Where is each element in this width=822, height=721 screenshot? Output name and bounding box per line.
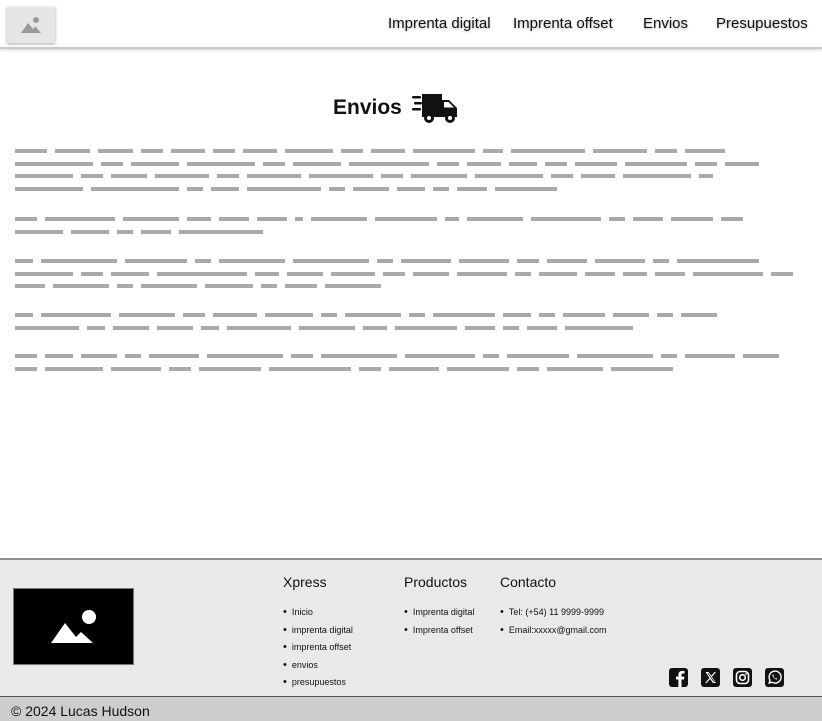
site-header: Imprenta digital Imprenta offset Envios … xyxy=(0,0,822,49)
site-footer: Xpress Inicio imprenta digital imprenta … xyxy=(0,558,822,696)
placeholder-paragraph xyxy=(15,309,820,334)
logo[interactable] xyxy=(7,7,55,43)
footer-column-title: Productos xyxy=(404,574,468,590)
instagram-icon[interactable] xyxy=(733,668,752,687)
placeholder-paragraph xyxy=(15,255,820,293)
placeholder-paragraph xyxy=(15,213,820,238)
footer-column-title: Xpress xyxy=(283,574,327,590)
page-title: Envios xyxy=(333,96,402,119)
facebook-icon[interactable] xyxy=(669,668,688,687)
nav-link-presupuestos[interactable]: Presupuestos xyxy=(716,15,808,32)
x-twitter-icon[interactable] xyxy=(701,668,720,687)
footer-link-list: Imprenta digital Imprenta offset xyxy=(404,604,475,640)
footer-link-inicio[interactable]: Inicio xyxy=(283,604,353,622)
placeholder-paragraph xyxy=(15,350,820,375)
copyright-bar: © 2024 Lucas Hudson xyxy=(0,696,822,721)
footer-link-imprenta-offset[interactable]: Imprenta offset xyxy=(404,622,474,640)
footer-link-imprenta-digital[interactable]: Imprenta digital xyxy=(404,604,475,622)
placeholder-paragraph xyxy=(15,145,820,195)
contact-phone: Tel: (+54) 11 9999-9999 xyxy=(500,604,607,622)
footer-link-imprenta-offset[interactable]: imprenta offset xyxy=(283,639,353,657)
footer-link-presupuestos[interactable]: presupuestos xyxy=(283,674,353,692)
footer-column-productos: Productos Imprenta digital Imprenta offs… xyxy=(404,574,474,639)
page-heading: Envios xyxy=(333,92,459,124)
nav-link-imprenta-offset[interactable]: Imprenta offset xyxy=(513,15,613,32)
shipping-truck-icon xyxy=(411,94,457,123)
footer-link-envios[interactable]: envios xyxy=(283,657,353,675)
contact-email[interactable]: Email:xxxxx@gmail.com xyxy=(500,622,607,640)
contact-list: Tel: (+54) 11 9999-9999 Email:xxxxx@gmai… xyxy=(500,604,607,639)
copyright-text: © 2024 Lucas Hudson xyxy=(11,703,150,719)
whatsapp-icon[interactable] xyxy=(765,668,784,687)
footer-image xyxy=(13,588,134,665)
footer-column-xpress: Xpress Inicio imprenta digital imprenta … xyxy=(283,574,353,692)
footer-link-list: Inicio imprenta digital imprenta offset … xyxy=(283,604,353,692)
image-placeholder-icon xyxy=(50,609,96,643)
social-links xyxy=(669,668,784,687)
nav-link-imprenta-digital[interactable]: Imprenta digital xyxy=(388,15,491,32)
image-placeholder-icon xyxy=(21,17,41,33)
page: Imprenta digital Imprenta offset Envios … xyxy=(0,0,822,721)
nav-link-envios[interactable]: Envios xyxy=(643,15,688,32)
footer-column-title: Contacto xyxy=(500,574,557,590)
footer-link-imprenta-digital[interactable]: imprenta digital xyxy=(283,622,353,640)
footer-column-contacto: Contacto Tel: (+54) 11 9999-9999 Email:x… xyxy=(500,574,607,639)
